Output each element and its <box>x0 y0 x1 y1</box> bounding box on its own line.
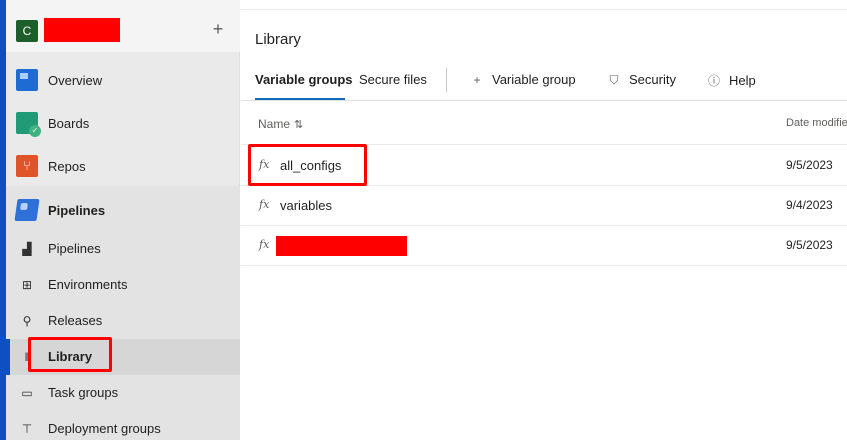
sidebar-subitem-library[interactable]: ‖ Library <box>6 339 240 375</box>
overview-icon <box>16 69 38 91</box>
column-header-label: Name <box>258 117 291 131</box>
sidebar-item-label: Boards <box>48 115 90 131</box>
project-name-redacted <box>44 18 120 42</box>
divider <box>241 9 847 10</box>
table-row[interactable]: fx 9/5/2023 <box>241 226 847 266</box>
sidebar-item-label: Pipelines <box>48 202 106 218</box>
sidebar-subitem-label: Task groups <box>48 385 119 400</box>
deployment-groups-icon: ⊤ <box>21 422 33 436</box>
sidebar-subitem-environments[interactable]: ⊞ Environments <box>6 267 240 303</box>
sidebar-subitem-label: Library <box>48 349 93 364</box>
divider <box>446 68 447 92</box>
sidebar-subitem-label: Releases <box>48 313 103 328</box>
column-header-date[interactable]: Date modified <box>786 117 847 129</box>
button-label: Help <box>729 73 756 88</box>
sidebar-item-label: Repos <box>48 158 86 174</box>
button-label: Security <box>629 72 676 87</box>
sidebar-subitem-label: Pipelines <box>48 241 101 256</box>
sidebar-item-label: Overview <box>48 72 103 88</box>
sidebar-item-boards[interactable]: Boards <box>6 103 240 143</box>
project-avatar[interactable]: C <box>16 20 38 42</box>
sidebar-subitem-label: Environments <box>48 277 128 292</box>
plus-icon: + <box>473 73 481 87</box>
releases-rocket-icon: ⚲ <box>22 314 32 328</box>
table-row[interactable]: fx all_configs 9/5/2023 <box>241 146 847 186</box>
sidebar-subitem-deployment-groups[interactable]: ⊤ Deployment groups <box>6 411 240 440</box>
shield-icon: ⛉ <box>609 73 619 87</box>
security-button[interactable]: ⛉ Security <box>607 72 676 88</box>
sidebar-item-overview[interactable]: Overview <box>6 60 240 100</box>
library-books-icon: ‖ <box>24 350 30 364</box>
sidebar-subitem-releases[interactable]: ⚲ Releases <box>6 303 240 339</box>
sort-icon[interactable]: ⇅ <box>294 118 303 131</box>
column-header-name[interactable]: Name ⇅ <box>258 117 303 131</box>
help-icon: ⓘ <box>707 74 720 88</box>
sidebar-subitem-task-groups[interactable]: ▭ Task groups <box>6 375 240 411</box>
date-modified: 9/5/2023 <box>786 158 833 172</box>
fx-icon: fx <box>259 158 270 171</box>
variable-group-name[interactable]: variables <box>280 198 332 213</box>
task-groups-icon: ▭ <box>21 386 33 400</box>
project-header[interactable]: C + <box>6 0 240 52</box>
page-title: Library <box>255 31 301 48</box>
button-label: Variable group <box>492 72 576 87</box>
main-content: Library Variable groups Secure files + Va… <box>241 0 847 440</box>
active-tab-underline <box>255 98 345 100</box>
tab-variable-groups[interactable]: Variable groups <box>255 72 353 87</box>
add-variable-group-button[interactable]: + Variable group <box>470 72 576 87</box>
help-button[interactable]: ⓘ Help <box>707 72 756 89</box>
add-new-button[interactable]: + <box>208 18 228 40</box>
date-modified: 9/4/2023 <box>786 198 833 212</box>
pipelines-bars-icon: ▟ <box>22 242 32 256</box>
sidebar-subitem-pipelines[interactable]: ▟ Pipelines <box>6 231 240 267</box>
environments-icon: ⊞ <box>21 278 33 292</box>
table-header: Name⇅ Date modified <box>241 103 847 145</box>
sidebar: C + Overview Boards Repos Pipelines ▟ Pi… <box>0 0 240 440</box>
variable-group-name[interactable]: all_configs <box>280 158 341 173</box>
sidebar-item-pipelines[interactable]: Pipelines <box>6 190 240 230</box>
selected-indicator <box>6 339 10 375</box>
sidebar-subitem-label: Deployment groups <box>48 421 161 436</box>
variable-group-name-redacted[interactable] <box>276 236 407 256</box>
repos-icon <box>16 155 38 177</box>
boards-icon <box>16 112 41 137</box>
pipelines-icon <box>14 199 40 221</box>
table-row[interactable]: fx variables 9/4/2023 <box>241 186 847 226</box>
sidebar-item-repos[interactable]: Repos <box>6 146 240 186</box>
tab-secure-files[interactable]: Secure files <box>359 72 427 87</box>
fx-icon: fx <box>259 198 270 211</box>
tab-bar: Variable groups Secure files + Variable g… <box>241 64 847 101</box>
fx-icon: fx <box>259 238 270 251</box>
date-modified: 9/5/2023 <box>786 238 833 252</box>
